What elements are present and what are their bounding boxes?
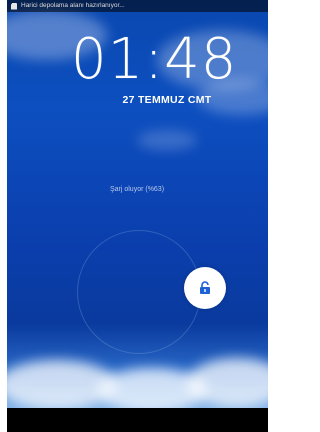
cloud-decoration: [137, 130, 197, 150]
sd-card-icon: [11, 2, 17, 10]
lock-screen: Harici depolama alanı hazırlanıyor... 01…: [7, 0, 268, 432]
unlock-icon: [200, 281, 210, 294]
status-bar: Harici depolama alanı hazırlanıyor...: [7, 0, 268, 12]
notification-text: Harici depolama alanı hazırlanıyor...: [21, 2, 125, 9]
clock-date: 27 TEMMUZ CMT: [122, 94, 212, 106]
navigation-bar: [7, 408, 268, 432]
unlock-ring: [77, 230, 201, 354]
charging-status: Şarj oluyor (%63): [109, 186, 165, 193]
unlock-button[interactable]: [184, 267, 226, 309]
cloud-horizon: [7, 350, 268, 413]
clock-time: 01:48: [71, 27, 238, 92]
